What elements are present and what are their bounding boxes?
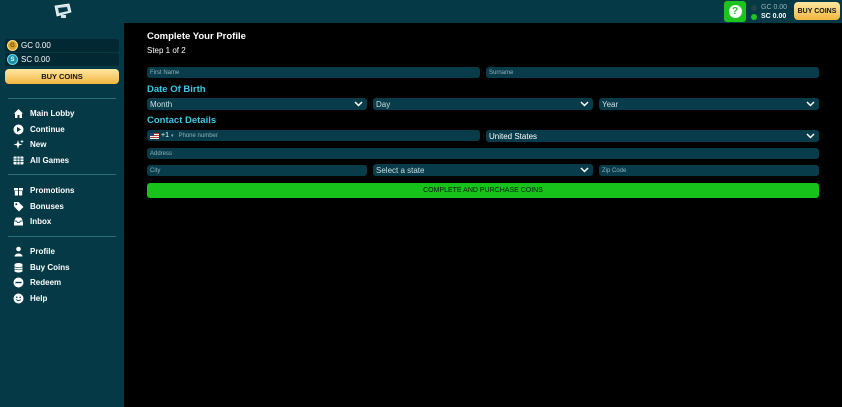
sc-dot-icon: [751, 13, 757, 20]
page-title: Complete Your Profile: [147, 31, 246, 42]
chevron-down-icon: [806, 101, 815, 107]
header-gc-balance: GC 0.00: [761, 4, 788, 11]
sidebar-item-promotions[interactable]: Promotions: [13, 184, 74, 196]
state-select[interactable]: Select a state: [373, 164, 593, 176]
redeem-icon: [13, 277, 24, 288]
gold-coin-icon: G: [7, 40, 18, 51]
state-value: Select a state: [376, 165, 425, 175]
first-name-field[interactable]: First Name: [147, 67, 480, 78]
sweeps-coin-icon: S: [7, 54, 18, 65]
contact-heading: Contact Details: [147, 115, 217, 126]
dob-heading: Date Of Birth: [147, 84, 206, 95]
sidebar-item-buy-coins[interactable]: Buy Coins: [13, 261, 70, 273]
chevron-down-icon[interactable]: ▾: [171, 133, 174, 139]
sidebar-item-inbox[interactable]: Inbox: [13, 215, 51, 227]
header-sc-balance: SC 0.00: [761, 13, 787, 20]
sidebar-item-label: Buy Coins: [30, 262, 70, 272]
country-value: United States: [489, 131, 538, 141]
help-icon: [13, 293, 24, 304]
address-field[interactable]: Address: [147, 148, 819, 159]
gift-icon: [13, 185, 24, 196]
chevron-down-icon: [354, 101, 363, 107]
logo-icon[interactable]: [53, 2, 73, 19]
sidebar-item-profile[interactable]: Profile: [13, 245, 55, 257]
year-select[interactable]: Year: [599, 98, 819, 110]
step-indicator: Step 1 of 2: [147, 46, 186, 55]
city-field[interactable]: City: [147, 165, 367, 176]
sidebar-item-label: Inbox: [30, 216, 52, 226]
sidebar-gc-balance[interactable]: G GC 0.00: [5, 39, 119, 52]
month-value: Month: [150, 99, 173, 109]
sidebar-item-label: Redeem: [30, 277, 62, 287]
sidebar-item-label: Main Lobby: [30, 108, 75, 118]
header-balance[interactable]: GC 0.00 SC 0.00: [751, 3, 795, 21]
play-icon: [13, 124, 24, 135]
home-icon: [13, 108, 24, 119]
day-value: Day: [376, 99, 391, 109]
sidebar-item-label: Profile: [30, 246, 55, 256]
help-button[interactable]: ?: [724, 1, 746, 22]
sidebar-item-help[interactable]: Help: [13, 292, 47, 304]
sidebar-item-label: New: [30, 139, 47, 149]
sidebar: G GC 0.00 S SC 0.00 BUY COINS Main Lobby…: [0, 23, 124, 407]
sidebar-buy-coins-button[interactable]: BUY COINS: [5, 69, 119, 84]
sidebar-item-bonuses[interactable]: Bonuses: [13, 200, 64, 212]
sidebar-item-label: Bonuses: [30, 201, 64, 211]
complete-and-purchase-button[interactable]: COMPLETE AND PURCHASE COINS: [147, 183, 819, 198]
grid-icon: [13, 155, 24, 166]
zip-code-field[interactable]: Zip Code: [599, 165, 819, 176]
help-icon: ?: [728, 5, 742, 18]
phone-field[interactable]: +1 ▾ Phone number: [147, 130, 480, 141]
sidebar-item-label: Promotions: [30, 185, 75, 195]
sparkle-icon: [13, 139, 24, 150]
sidebar-sc-label: SC 0.00: [21, 55, 50, 64]
month-select[interactable]: Month: [147, 98, 367, 110]
sidebar-item-continue[interactable]: Continue: [13, 123, 65, 135]
gc-dot-icon: [751, 4, 757, 11]
us-flag-icon: [150, 132, 159, 139]
coins-icon: [13, 262, 24, 273]
sidebar-sc-balance[interactable]: S SC 0.00: [5, 53, 119, 66]
sidebar-divider: [8, 236, 116, 237]
day-select[interactable]: Day: [373, 98, 593, 110]
sidebar-item-label: Continue: [30, 124, 65, 134]
year-value: Year: [602, 99, 619, 109]
phone-placeholder: Phone number: [178, 132, 218, 139]
inbox-icon: [13, 216, 24, 227]
sidebar-gc-label: GC 0.00: [21, 41, 51, 50]
sidebar-item-all-games[interactable]: All Games: [13, 154, 69, 166]
chevron-down-icon: [580, 167, 589, 173]
top-header: ? GC 0.00 SC 0.00 BUY COINS: [0, 0, 842, 23]
country-select[interactable]: United States: [486, 130, 819, 142]
sidebar-item-label: All Games: [30, 155, 70, 165]
sidebar-item-main-lobby[interactable]: Main Lobby: [13, 107, 74, 119]
sidebar-divider: [8, 98, 116, 99]
sidebar-item-label: Help: [30, 293, 48, 303]
sidebar-item-redeem[interactable]: Redeem: [13, 276, 61, 288]
phone-country-code[interactable]: +1: [161, 132, 169, 139]
tag-icon: [13, 201, 24, 212]
sidebar-divider: [8, 174, 116, 175]
user-icon: [13, 246, 24, 257]
header-buy-coins-button[interactable]: BUY COINS: [794, 2, 840, 20]
chevron-down-icon: [806, 133, 815, 139]
chevron-down-icon: [580, 101, 589, 107]
sidebar-item-new[interactable]: New: [13, 138, 46, 150]
surname-field[interactable]: Surname: [486, 67, 819, 78]
